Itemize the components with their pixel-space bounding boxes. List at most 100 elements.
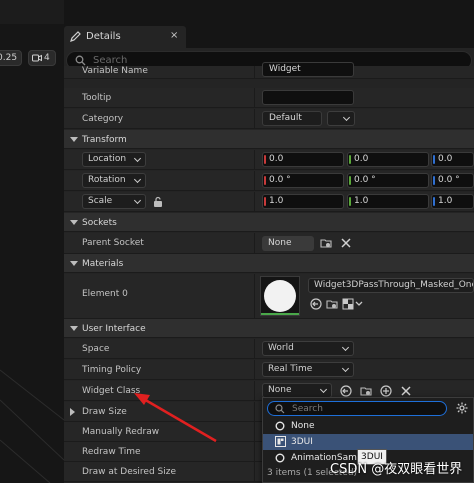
row-variable-name: Variable Name Widget <box>64 62 474 79</box>
rotation-label: Rotation <box>88 175 126 185</box>
clear-icon[interactable] <box>340 237 352 249</box>
timing-policy-value: Real Time <box>268 364 313 374</box>
browse-folder-icon[interactable] <box>360 385 372 397</box>
element0-material-picker[interactable]: Widget3DPassThrough_Masked_OneSided <box>308 278 474 293</box>
use-selected-icon[interactable] <box>310 298 322 310</box>
location-x-field[interactable]: 0.0 <box>262 152 344 167</box>
use-selected-icon[interactable] <box>340 385 352 397</box>
camera-speed-value: 0.25 <box>0 53 18 63</box>
rotation-mode-dropdown[interactable]: Rotation <box>82 173 146 188</box>
sockets-header: Sockets <box>82 218 117 228</box>
rotation-x-value: 0.0 ° <box>269 175 291 185</box>
chevron-down-icon[interactable] <box>355 300 363 308</box>
space-label: Space <box>82 344 110 354</box>
category-materials[interactable]: Materials <box>64 254 474 273</box>
scale-mode-dropdown[interactable]: Scale <box>82 194 146 209</box>
browse-folder-icon[interactable] <box>326 298 338 310</box>
rotation-z-field[interactable]: 0.0 ° <box>431 173 474 188</box>
lock-icon[interactable] <box>152 196 164 208</box>
category-dropdown[interactable] <box>327 111 355 126</box>
search-icon <box>275 404 285 414</box>
scale-x-value: 1.0 <box>269 196 284 206</box>
class-search-input[interactable]: Search <box>267 401 447 416</box>
transform-header: Transform <box>82 135 127 145</box>
class-option-none[interactable]: None <box>263 418 473 434</box>
category-transform[interactable]: Transform <box>64 130 474 149</box>
category-user-interface[interactable]: User Interface <box>64 319 474 338</box>
clear-icon[interactable] <box>400 385 412 397</box>
close-icon[interactable]: × <box>170 30 178 41</box>
category-field[interactable]: Default <box>262 111 322 126</box>
rotation-x-field[interactable]: 0.0 ° <box>262 173 344 188</box>
scale-x-field[interactable]: 1.0 <box>262 194 344 209</box>
scale-y-value: 1.0 <box>354 196 369 206</box>
expand-arrow-icon <box>70 261 78 266</box>
space-dropdown[interactable]: World <box>262 341 354 356</box>
expand-arrow-icon <box>70 220 78 225</box>
scale-y-field[interactable]: 1.0 <box>347 194 429 209</box>
expand-arrow-icon <box>70 137 78 142</box>
location-y-value: 0.0 <box>354 154 369 164</box>
location-mode-dropdown[interactable]: Location <box>82 152 146 167</box>
checker-icon[interactable] <box>342 298 354 310</box>
parent-socket-field[interactable]: None <box>262 236 314 251</box>
add-icon[interactable] <box>380 385 392 397</box>
category-sockets[interactable]: Sockets <box>64 213 474 232</box>
tooltip-field[interactable] <box>262 90 354 105</box>
widget-class-label: Widget Class <box>82 386 141 396</box>
search-icon <box>75 55 86 66</box>
user-interface-header: User Interface <box>82 324 146 334</box>
level-viewport[interactable]: 0.25 4 <box>0 0 64 483</box>
row-timing-policy: Timing Policy Real Time <box>64 360 474 380</box>
category-label: Category <box>82 114 124 124</box>
camera-speed-chip[interactable]: 0.25 <box>0 50 22 66</box>
camera-count-chip[interactable]: 4 <box>28 50 56 66</box>
location-y-field[interactable]: 0.0 <box>347 152 429 167</box>
watermark-text: CSDN @夜双眼看世界 <box>330 462 463 477</box>
class-option-3dui[interactable]: 3DUI <box>263 434 473 450</box>
class-option-label: None <box>291 421 315 431</box>
rotation-z-value: 0.0 ° <box>438 175 460 185</box>
rotation-y-field[interactable]: 0.0 ° <box>347 173 429 188</box>
class-search-placeholder: Search <box>292 404 323 414</box>
expand-arrow-icon[interactable] <box>70 408 75 416</box>
location-x-value: 0.0 <box>269 154 284 164</box>
tab-bar: Details × <box>64 24 474 48</box>
location-z-field[interactable]: 0.0 <box>431 152 474 167</box>
class-option-label: 3DUI <box>291 437 313 447</box>
scale-z-field[interactable]: 1.0 <box>431 194 474 209</box>
chevron-down-icon <box>342 113 351 122</box>
variable-name-field[interactable]: Widget <box>262 62 354 77</box>
material-sphere-icon <box>264 280 296 312</box>
tab-label: Details <box>86 31 121 42</box>
tooltip-label: Tooltip <box>82 93 112 103</box>
timing-policy-dropdown[interactable]: Real Time <box>262 362 354 377</box>
search-placeholder: Search <box>93 55 128 66</box>
chevron-down-icon <box>341 343 350 352</box>
chevron-down-icon <box>319 385 328 394</box>
chevron-down-icon <box>133 175 142 184</box>
rotation-y-value: 0.0 ° <box>354 175 376 185</box>
draw-desired-size-label: Draw at Desired Size <box>82 467 177 477</box>
expand-arrow-icon <box>70 326 78 331</box>
space-value: World <box>268 343 294 353</box>
element0-label: Element 0 <box>82 289 128 299</box>
draw-size-label: Draw Size <box>82 407 127 417</box>
gear-icon[interactable] <box>456 402 468 414</box>
parent-socket-label: Parent Socket <box>82 238 144 248</box>
material-thumbnail[interactable] <box>260 276 300 316</box>
row-location: Location 0.0 0.0 0.0 <box>64 150 474 170</box>
location-z-value: 0.0 <box>438 154 453 164</box>
row-tooltip: Tooltip <box>64 88 474 108</box>
camera-count-value: 4 <box>44 53 50 63</box>
redraw-time-label: Redraw Time <box>82 447 141 457</box>
row-element-0: Element 0 Widget3DPassThrough_Masked_One… <box>64 274 474 319</box>
pencil-icon <box>70 31 81 42</box>
tab-details[interactable]: Details × <box>64 26 186 48</box>
camera-icon <box>32 54 42 62</box>
widget-class-dropdown[interactable]: None <box>262 383 332 398</box>
browse-folder-icon[interactable] <box>320 237 332 249</box>
location-label: Location <box>88 154 127 164</box>
manually-redraw-label: Manually Redraw <box>82 427 160 437</box>
materials-header: Materials <box>82 259 124 269</box>
